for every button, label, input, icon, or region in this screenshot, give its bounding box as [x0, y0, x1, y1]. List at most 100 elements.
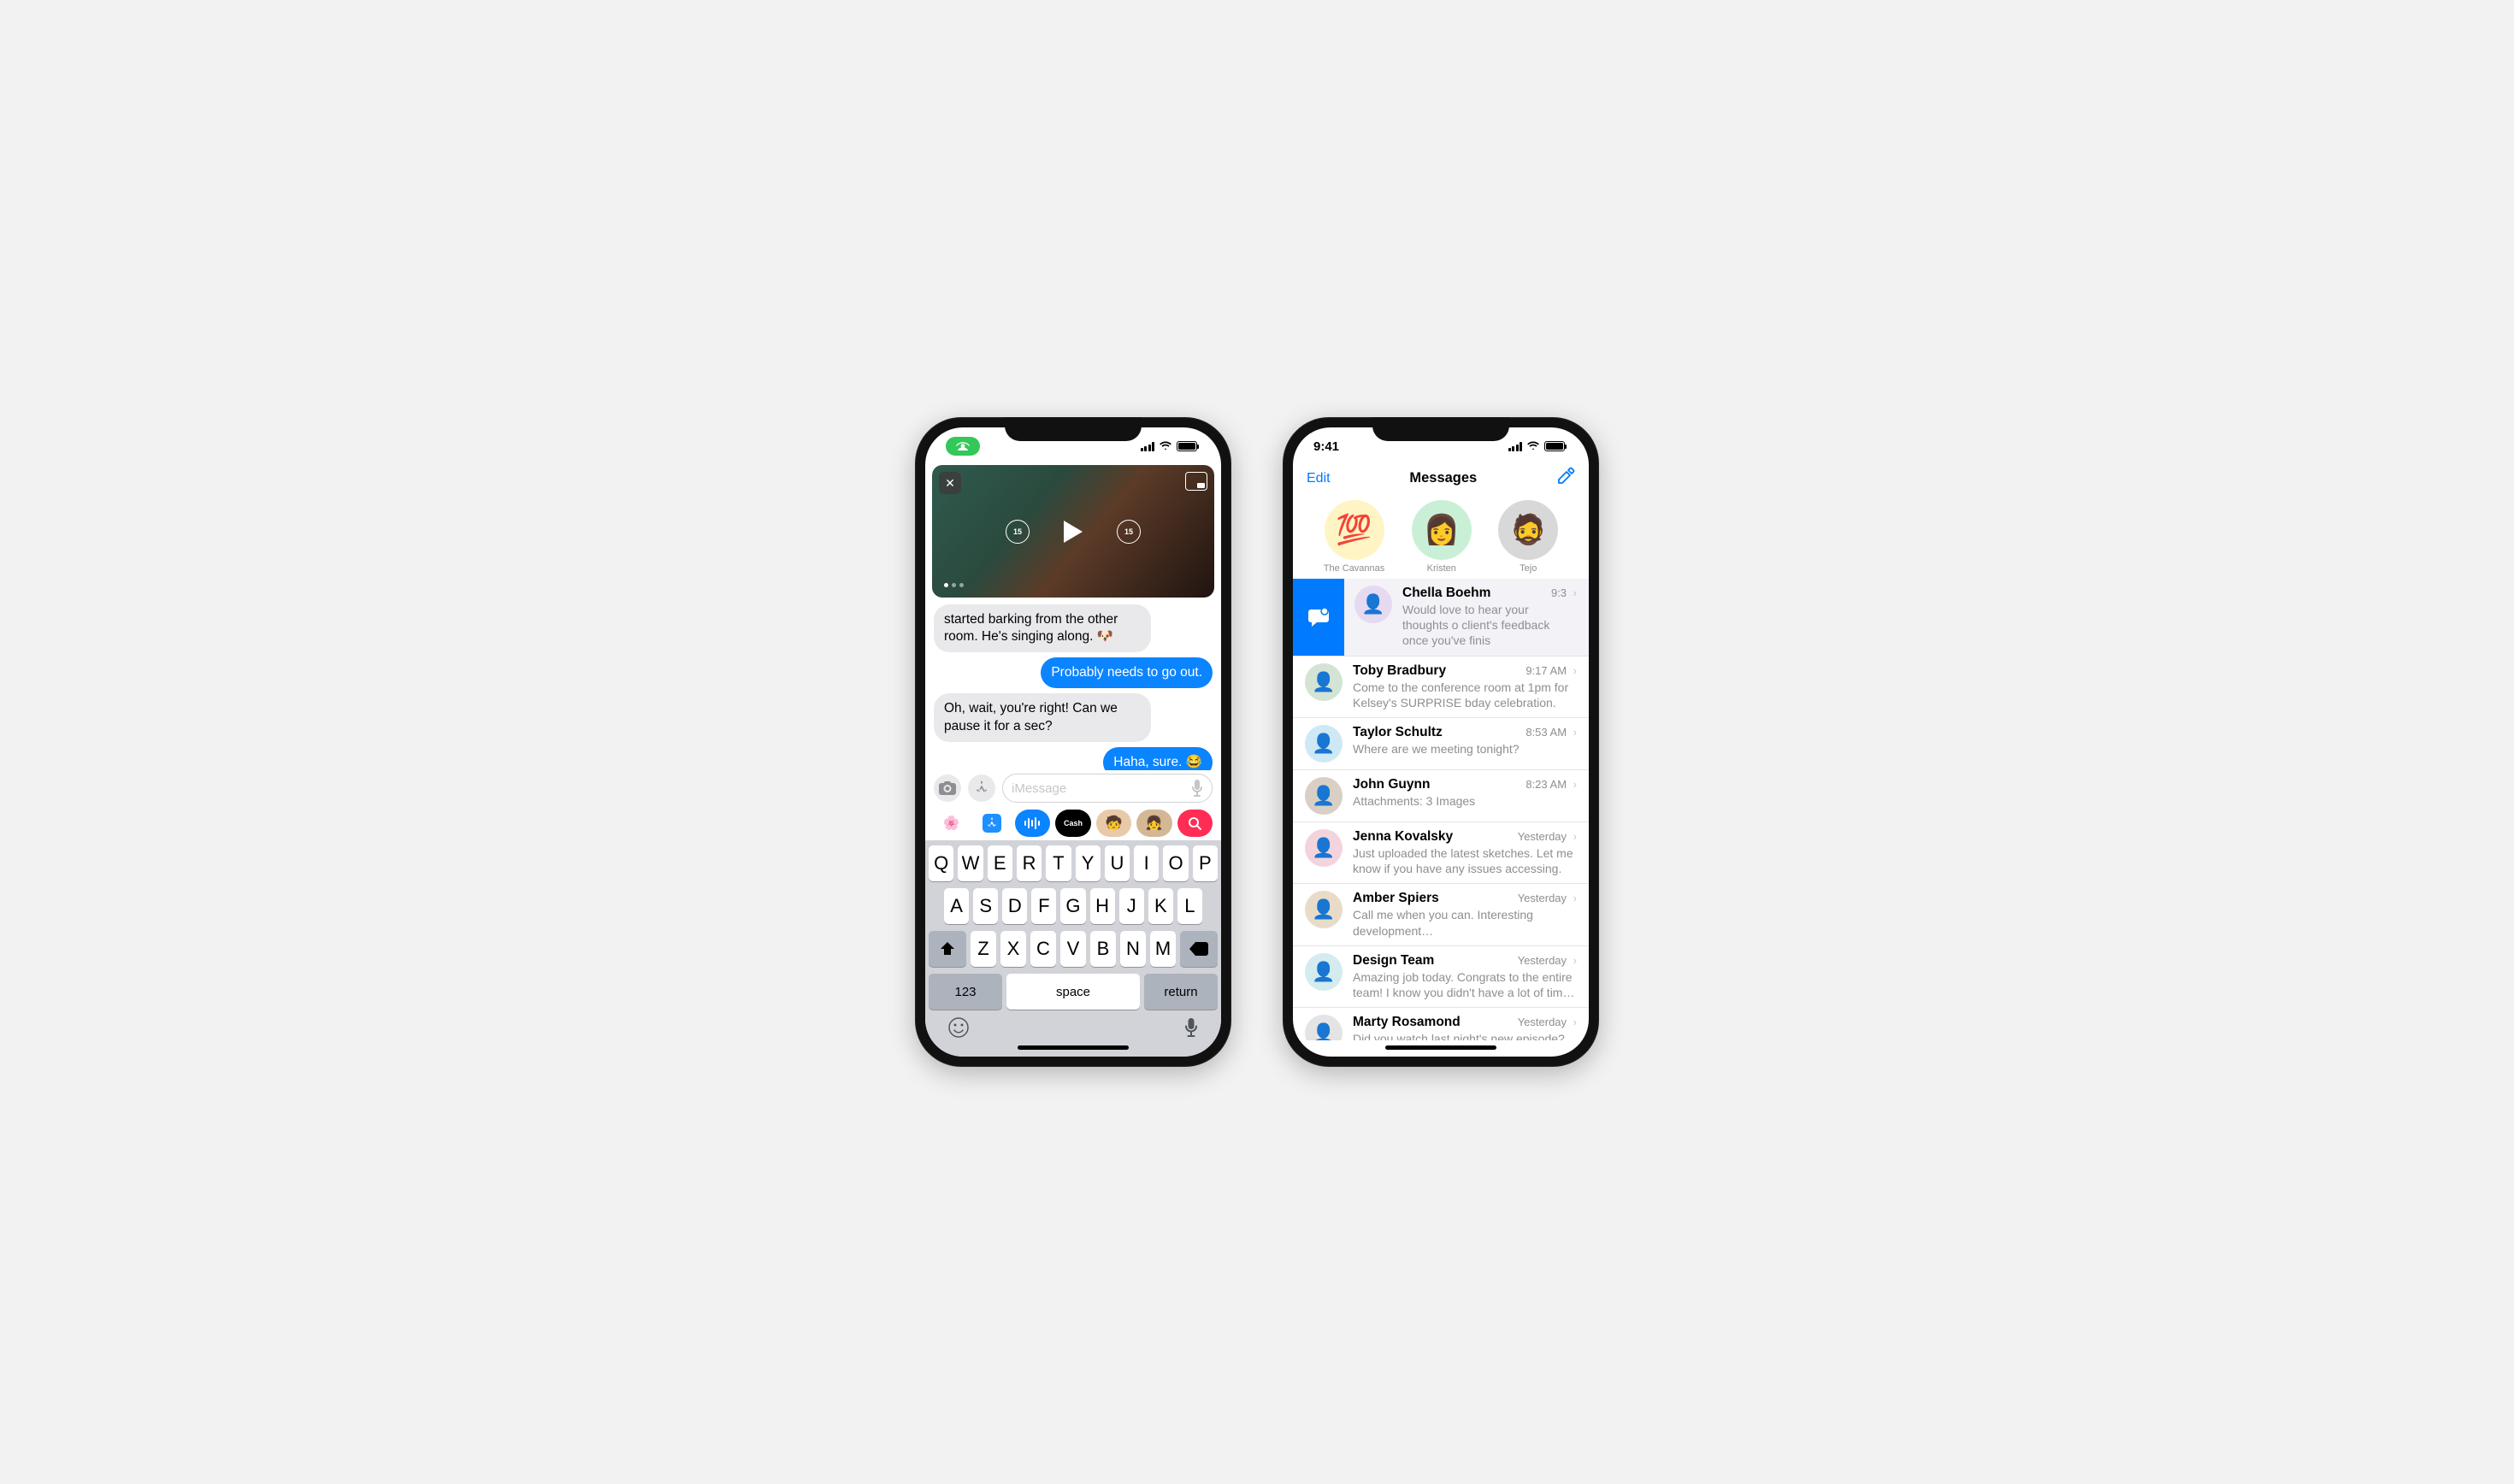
status-icons	[1508, 441, 1566, 451]
key-d[interactable]: D	[1002, 888, 1027, 924]
conversation-preview: Come to the conference room at 1pm for K…	[1353, 680, 1577, 710]
conversation-time: 9:3 ›	[1551, 586, 1577, 599]
memoji-app-icon-1[interactable]: 🧒	[1096, 810, 1131, 837]
status-time: 9:41	[1313, 439, 1339, 454]
conversation-row[interactable]: 👤Chella Boehm9:3 ›Would love to hear you…	[1293, 579, 1589, 657]
pin-label: Tejo	[1520, 563, 1537, 574]
key-x[interactable]: X	[1000, 931, 1026, 967]
key-g[interactable]: G	[1060, 888, 1085, 924]
conversation-preview: Would love to hear your thoughts o clien…	[1402, 602, 1577, 649]
edit-button[interactable]: Edit	[1307, 471, 1331, 486]
applecash-app-icon[interactable]: Cash	[1055, 810, 1090, 837]
conversation-name: Jenna Kovalsky	[1353, 829, 1453, 845]
shareplay-pill[interactable]	[946, 437, 980, 456]
key-f[interactable]: F	[1031, 888, 1056, 924]
conversation-preview: Just uploaded the latest sketches. Let m…	[1353, 845, 1577, 876]
conversation-row[interactable]: 👤John Guynn8:23 AM ›Attachments: 3 Image…	[1293, 770, 1589, 822]
wifi-icon	[1526, 441, 1540, 451]
key-o[interactable]: O	[1163, 845, 1188, 881]
swipe-unread-action[interactable]	[1293, 579, 1344, 656]
pip-icon[interactable]	[1185, 472, 1207, 491]
skip-back-icon[interactable]: 15	[1006, 520, 1030, 544]
dictation-key[interactable]	[1183, 1016, 1199, 1039]
message-input[interactable]: iMessage	[1002, 774, 1213, 803]
key-k[interactable]: K	[1148, 888, 1173, 924]
pip-video-player[interactable]: ✕ 15 15	[932, 465, 1214, 598]
pin-avatar: 🧔	[1498, 500, 1558, 560]
key-z[interactable]: Z	[971, 931, 996, 967]
video-controls: 15 15	[1006, 520, 1141, 544]
conversation-preview: Attachments: 3 Images	[1353, 793, 1577, 809]
conversation-row[interactable]: 👤Design TeamYesterday ›Amazing job today…	[1293, 946, 1589, 1008]
nav-title: Messages	[1409, 470, 1477, 486]
key-y[interactable]: Y	[1076, 845, 1101, 881]
conversation-row[interactable]: 👤Marty RosamondYesterday ›Did you watch …	[1293, 1008, 1589, 1040]
pinned-row: 💯The Cavannas 👩Kristen 🧔 Tejo	[1293, 497, 1589, 579]
key-n[interactable]: N	[1120, 931, 1146, 967]
key-q[interactable]: Q	[929, 845, 953, 881]
conversation-time: Yesterday ›	[1518, 830, 1577, 843]
conversation-preview: Amazing job today. Congrats to the entir…	[1353, 969, 1577, 1000]
conversation-name: Toby Bradbury	[1353, 663, 1446, 679]
conversation-list[interactable]: 👤Chella Boehm9:3 ›Would love to hear you…	[1293, 579, 1589, 1040]
phone-frame-left: ✕ 15 15 started barking from the other r…	[915, 417, 1231, 1067]
pin-avatar: 💯	[1325, 500, 1384, 560]
close-icon[interactable]: ✕	[939, 472, 961, 494]
numbers-key[interactable]: 123	[929, 974, 1002, 1010]
conversation-time: 8:53 AM ›	[1526, 726, 1577, 739]
key-t[interactable]: T	[1046, 845, 1071, 881]
home-indicator[interactable]	[1018, 1045, 1129, 1050]
conversation-row[interactable]: 👤Toby Bradbury9:17 AM ›Come to the confe…	[1293, 657, 1589, 718]
space-key[interactable]: space	[1006, 974, 1140, 1010]
pinned-contact[interactable]: 🧔 Tejo	[1498, 500, 1558, 574]
audio-app-icon[interactable]	[1015, 810, 1050, 837]
camera-button[interactable]	[934, 774, 961, 802]
key-m[interactable]: M	[1150, 931, 1176, 967]
memoji-app-icon-2[interactable]: 👧	[1136, 810, 1171, 837]
key-r[interactable]: R	[1017, 845, 1042, 881]
shift-key[interactable]	[929, 931, 966, 967]
key-i[interactable]: I	[1134, 845, 1159, 881]
key-e[interactable]: E	[988, 845, 1012, 881]
screen-left: ✕ 15 15 started barking from the other r…	[925, 427, 1221, 1057]
mic-icon[interactable]	[1191, 780, 1203, 797]
pinned-contact[interactable]: 💯The Cavannas	[1324, 500, 1385, 574]
pinned-contact[interactable]: 👩Kristen	[1412, 500, 1472, 574]
emoji-key[interactable]	[947, 1016, 970, 1039]
home-indicator[interactable]	[1385, 1045, 1496, 1050]
key-w[interactable]: W	[958, 845, 983, 881]
appstore-app-icon[interactable]	[974, 810, 1009, 837]
nav-bar: Edit Messages	[1293, 465, 1589, 497]
key-h[interactable]: H	[1090, 888, 1115, 924]
key-j[interactable]: J	[1119, 888, 1144, 924]
key-c[interactable]: C	[1030, 931, 1056, 967]
avatar: 👤	[1305, 1015, 1343, 1040]
key-p[interactable]: P	[1193, 845, 1218, 881]
delete-key[interactable]	[1180, 931, 1218, 967]
photos-app-icon[interactable]: 🌸	[934, 810, 969, 837]
shareplay-icon	[955, 441, 971, 451]
compose-button[interactable]	[1556, 467, 1575, 490]
conversation-preview: Did you watch last night's new episode? …	[1353, 1031, 1577, 1040]
notch	[1372, 417, 1509, 441]
status-icons	[1141, 441, 1198, 451]
skip-forward-icon[interactable]: 15	[1117, 520, 1141, 544]
key-u[interactable]: U	[1105, 845, 1130, 881]
key-a[interactable]: A	[944, 888, 969, 924]
appstore-icon	[974, 780, 989, 796]
conversation-row[interactable]: 👤Taylor Schultz8:53 AM ›Where are we mee…	[1293, 718, 1589, 770]
return-key[interactable]: return	[1144, 974, 1218, 1010]
key-s[interactable]: S	[973, 888, 998, 924]
conversation-row[interactable]: 👤Amber SpiersYesterday ›Call me when you…	[1293, 884, 1589, 945]
appstore-button[interactable]	[968, 774, 995, 802]
key-l[interactable]: L	[1177, 888, 1202, 924]
conversation-row[interactable]: 👤Jenna KovalskyYesterday ›Just uploaded …	[1293, 822, 1589, 884]
key-b[interactable]: B	[1090, 931, 1116, 967]
play-icon[interactable]	[1064, 521, 1083, 543]
avatar: 👤	[1354, 586, 1392, 623]
search-app-icon[interactable]	[1177, 810, 1213, 837]
key-v[interactable]: V	[1060, 931, 1086, 967]
chat-thread[interactable]: started barking from the other room. He'…	[925, 598, 1221, 770]
pin-avatar: 👩	[1412, 500, 1472, 560]
page-dots	[944, 583, 964, 587]
